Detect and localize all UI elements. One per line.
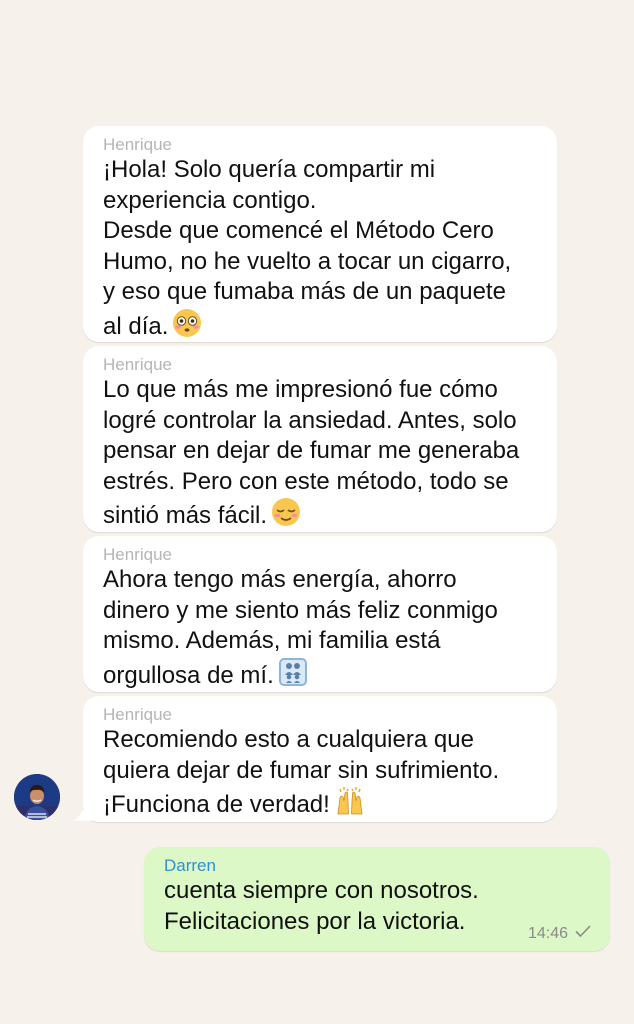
sender-name: Henrique: [103, 545, 172, 564]
incoming-message[interactable]: Henrique Ahora tengo más energía, ahorro…: [83, 536, 557, 692]
incoming-message[interactable]: Henrique ¡Hola! Solo quería compartir mi…: [83, 126, 557, 342]
message-time: 14:46: [527, 924, 568, 942]
avatar-image: [14, 774, 60, 820]
family-emoji-icon: [278, 657, 308, 696]
message-text: cuenta siempre con nosotros. Felicitacio…: [164, 877, 479, 935]
raising-hands-emoji-icon: [334, 786, 366, 825]
avatar[interactable]: [14, 774, 60, 820]
bubble-tail: [74, 800, 94, 821]
checkmark-icon: [574, 924, 592, 943]
flushed-face-emoji-icon: [172, 308, 202, 347]
outgoing-message[interactable]: Darren cuenta siempre con nosotros. Feli…: [144, 847, 610, 951]
message-text: Lo que más me impresionó fue cómo logré …: [103, 375, 535, 536]
message-text: ¡Hola! Solo quería compartir mi experien…: [103, 155, 535, 347]
incoming-message[interactable]: Henrique Lo que más me impresionó fue có…: [83, 346, 557, 532]
sender-name: Henrique: [103, 705, 172, 724]
relieved-face-emoji-icon: [271, 497, 301, 536]
incoming-message[interactable]: Henrique Recomiendo esto a cualquiera qu…: [83, 696, 557, 822]
message-text: Ahora tengo más energía, ahorro dinero y…: [103, 565, 535, 695]
sender-name: Darren: [164, 856, 216, 875]
message-text: Recomiendo esto a cualquiera que quiera …: [103, 725, 535, 825]
sender-name: Henrique: [103, 135, 172, 154]
message-meta: 14:46: [528, 924, 592, 943]
sender-name: Henrique: [103, 355, 172, 374]
